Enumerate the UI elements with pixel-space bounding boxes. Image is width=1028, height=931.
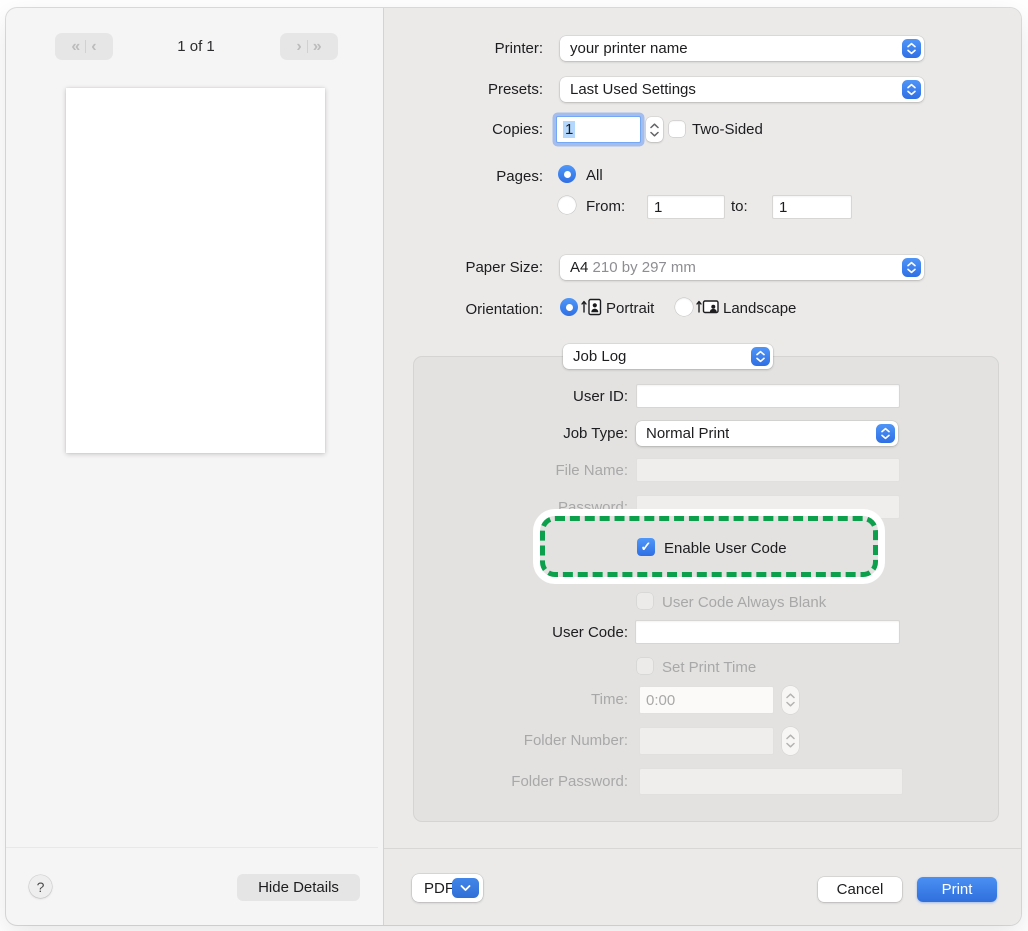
presets-select[interactable]: Last Used Settings <box>560 77 924 102</box>
set-print-time-checkbox <box>637 658 653 674</box>
pages-label: Pages: <box>384 168 543 186</box>
two-sided-checkbox[interactable] <box>669 121 685 137</box>
pdf-label: PDF <box>412 880 454 897</box>
job-type-value: Normal Print <box>636 425 729 442</box>
popup-stepper-icon <box>902 80 921 99</box>
page-preview <box>66 88 325 453</box>
printer-label: Printer: <box>384 40 543 58</box>
user-code-always-blank-label: User Code Always Blank <box>662 594 826 612</box>
next-last-page-button[interactable]: › » <box>280 33 338 60</box>
time-stepper <box>782 686 799 714</box>
folder-number-stepper <box>782 727 799 755</box>
folder-password-label: Folder Password: <box>413 773 628 791</box>
footer-divider-left <box>6 847 378 848</box>
pages-to-label: to: <box>731 198 748 216</box>
footer-divider-right <box>384 848 1021 849</box>
pane-section-select[interactable]: Job Log <box>563 344 773 369</box>
pages-all-label: All <box>586 167 603 185</box>
presets-label: Presets: <box>384 81 543 99</box>
orientation-portrait-radio[interactable] <box>560 298 578 316</box>
portrait-icon <box>581 296 602 322</box>
orientation-landscape-label: Landscape <box>723 300 796 318</box>
printer-select[interactable]: your printer name <box>560 36 924 61</box>
chevron-down-icon <box>452 878 479 898</box>
pages-to-input[interactable] <box>772 195 852 219</box>
folder-number-input <box>639 727 774 755</box>
pages-from-input[interactable] <box>647 195 725 219</box>
user-code-label: User Code: <box>413 624 628 642</box>
paper-size-dimensions: 210 by 297 mm <box>588 259 696 276</box>
user-id-label: User ID: <box>413 388 628 406</box>
presets-value: Last Used Settings <box>560 81 696 98</box>
folder-number-label: Folder Number: <box>413 732 628 750</box>
hide-details-button[interactable]: Hide Details <box>237 874 360 901</box>
pager-divider <box>85 40 86 53</box>
two-sided-label: Two-Sided <box>692 121 763 139</box>
file-name-input <box>636 458 900 482</box>
paper-size-select[interactable]: A4 210 by 297 mm <box>560 255 924 280</box>
user-id-input[interactable] <box>636 384 900 408</box>
job-type-label: Job Type: <box>413 425 628 443</box>
help-icon: ? <box>37 879 45 895</box>
popup-stepper-icon <box>751 347 770 366</box>
enable-user-code-label: Enable User Code <box>664 540 787 558</box>
file-name-label: File Name: <box>413 462 628 480</box>
copies-input[interactable]: 1 <box>556 116 641 143</box>
prev-page-icon: ‹ <box>91 38 96 56</box>
paper-size-label: Paper Size: <box>384 259 543 277</box>
copies-stepper[interactable] <box>646 117 663 142</box>
pdf-menu-button[interactable]: PDF <box>412 874 483 902</box>
pager-divider <box>307 40 308 53</box>
popup-stepper-icon <box>902 39 921 58</box>
pane-section-value: Job Log <box>563 348 626 365</box>
job-type-select[interactable]: Normal Print <box>636 421 898 446</box>
paper-size-value: A4 <box>570 259 588 276</box>
user-code-input[interactable] <box>635 620 900 644</box>
popup-stepper-icon <box>902 258 921 277</box>
set-print-time-label: Set Print Time <box>662 659 756 677</box>
checkmark-icon: ✓ <box>641 539 652 555</box>
user-code-always-blank-checkbox <box>637 593 653 609</box>
copies-label: Copies: <box>384 121 543 139</box>
copies-value: 1 <box>563 121 575 138</box>
folder-password-input <box>639 768 903 795</box>
orientation-label: Orientation: <box>384 301 543 319</box>
first-page-icon: « <box>71 38 80 56</box>
first-prev-page-button[interactable]: « ‹ <box>55 33 113 60</box>
last-page-icon: » <box>313 38 322 56</box>
print-button[interactable]: Print <box>917 877 997 902</box>
enable-user-code-checkbox[interactable]: ✓ <box>637 538 655 556</box>
pages-from-label: From: <box>586 198 625 216</box>
pages-range-radio[interactable] <box>558 196 576 214</box>
page-indicator: 1 of 1 <box>131 38 261 55</box>
time-label: Time: <box>413 691 628 709</box>
cancel-button[interactable]: Cancel <box>818 877 902 902</box>
time-input <box>639 686 774 714</box>
pages-all-radio[interactable] <box>558 165 576 183</box>
help-button[interactable]: ? <box>29 875 52 898</box>
popup-stepper-icon <box>876 424 895 443</box>
landscape-icon <box>696 296 719 322</box>
next-page-icon: › <box>296 38 301 56</box>
orientation-portrait-label: Portrait <box>606 300 654 318</box>
printer-value: your printer name <box>560 40 688 57</box>
orientation-landscape-radio[interactable] <box>675 298 693 316</box>
